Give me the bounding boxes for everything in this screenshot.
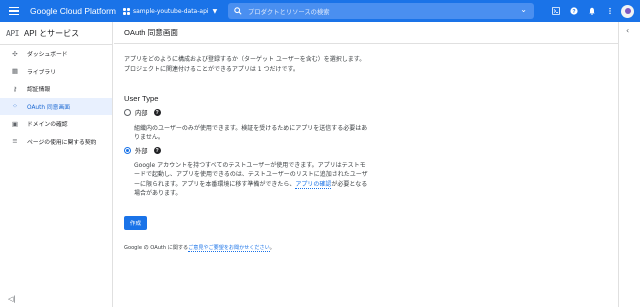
dashboard-icon: ✣ [12, 49, 18, 58]
sidebar-item-label: OAuth 同意画面 [27, 104, 71, 111]
hamburger-menu-icon[interactable] [0, 0, 28, 22]
sidebar-item-5[interactable]: ≡ ページの使用に関する契約 [0, 133, 112, 151]
sidebar-header: API API とサービス [0, 22, 112, 44]
sidebar-item-2[interactable]: ⚷ 認証情報 [0, 80, 112, 98]
sidebar-item-label: 認証情報 [27, 87, 51, 94]
app-verification-link[interactable]: アプリの確認 [295, 180, 332, 189]
sidebar-item-label: ライブラリ [27, 69, 56, 76]
terminal-icon[interactable] [549, 4, 563, 18]
agreements-icon: ≡ [12, 137, 18, 146]
project-selector[interactable]: sample-youtube-data-api ▼ [123, 4, 231, 18]
feedback-link[interactable]: ご意見やご要望をお聞かせください [188, 245, 270, 252]
sidebar-item-1[interactable]: ▦ ライブラリ [0, 63, 112, 81]
caret-down-icon: ▼ [212, 7, 218, 15]
sidebar-title: API とサービス [23, 28, 80, 38]
right-panel-rail: ‹ [618, 22, 640, 307]
feedback-suffix: 。 [269, 245, 275, 251]
radio-external-label: 外部 [135, 148, 148, 155]
search-icon [228, 7, 248, 15]
collapse-sidebar-icon[interactable]: ◁| [8, 295, 16, 303]
project-icon [123, 7, 130, 15]
radio-internal-label: 内部 [135, 110, 148, 117]
page-title: OAuth 同意画面 [114, 22, 618, 44]
svg-text:?: ? [572, 9, 575, 15]
radio-external[interactable]: 外部 ? [124, 146, 161, 155]
feedback-prefix: Google の OAuth に関する [124, 245, 189, 251]
main-content: OAuth 同意画面 アプリをどのように構成および登録するか（ターゲット ユーザ… [114, 22, 618, 307]
sidebar-item-label: ダッシュボード [27, 52, 68, 59]
user-type-heading: User Type [124, 94, 159, 103]
key-icon: ⚷ [12, 84, 18, 93]
sidebar-item-0[interactable]: ✣ ダッシュボード [0, 45, 112, 63]
search-placeholder: プロダクトとリソースの検索 [248, 8, 330, 16]
help-icon[interactable]: ? [567, 4, 581, 18]
oauth-icon: ⁘ [12, 102, 18, 111]
more-vert-icon[interactable] [603, 4, 617, 18]
help-external-icon[interactable]: ? [153, 147, 161, 154]
radio-internal-circle[interactable] [124, 109, 131, 116]
sidebar: API API とサービス ✣ ダッシュボード ▦ ライブラリ ⚷ 認証情報 ⁘ OAuth … [0, 22, 113, 307]
help-internal-icon[interactable]: ? [153, 109, 161, 116]
create-button[interactable]: 作成 [124, 216, 147, 230]
sidebar-item-label: ページの使用に関する契約 [27, 139, 97, 146]
api-logo-icon: API [6, 28, 19, 38]
sidebar-item-label: ドメインの確認 [27, 122, 68, 129]
expand-panel-icon[interactable]: ‹ [626, 26, 629, 35]
sidebar-item-3[interactable]: ⁘ OAuth 同意画面 [0, 97, 112, 115]
top-app-bar: Google Cloud Platform sample-youtube-dat… [0, 0, 640, 22]
internal-description: 組織内のユーザーのみが使用できます。検証を受けるためにアプリを送信する必要はあり… [134, 125, 368, 142]
account-avatar[interactable] [621, 4, 634, 18]
library-icon: ▦ [11, 67, 19, 76]
domain-icon: ▣ [11, 119, 19, 128]
project-name: sample-youtube-data-api [133, 7, 209, 15]
brand-title[interactable]: Google Cloud Platform [30, 6, 120, 16]
notifications-icon[interactable] [585, 4, 599, 18]
sidebar-nav: ✣ ダッシュボード ▦ ライブラリ ⚷ 認証情報 ⁘ OAuth 同意画面 ▣ ドメインの確認 ≡ ペ… [0, 45, 112, 150]
feedback-text: Google の OAuth に関するご意見やご要望をお聞かせください。 [124, 244, 275, 252]
search-bar[interactable]: プロダクトとリソースの検索 ⌄ [228, 3, 534, 19]
page-description: アプリをどのように構成および登録するか（ターゲット ユーザーを含む）を選択します… [124, 56, 366, 73]
radio-external-circle[interactable] [124, 147, 131, 154]
search-expand-icon[interactable]: ⌄ [520, 5, 527, 14]
sidebar-item-4[interactable]: ▣ ドメインの確認 [0, 115, 112, 133]
radio-internal[interactable]: 内部 ? [124, 108, 161, 117]
external-description: Google アカウントを持つすべてのテストユーザーが使用できます。アプリはテス… [134, 161, 370, 198]
